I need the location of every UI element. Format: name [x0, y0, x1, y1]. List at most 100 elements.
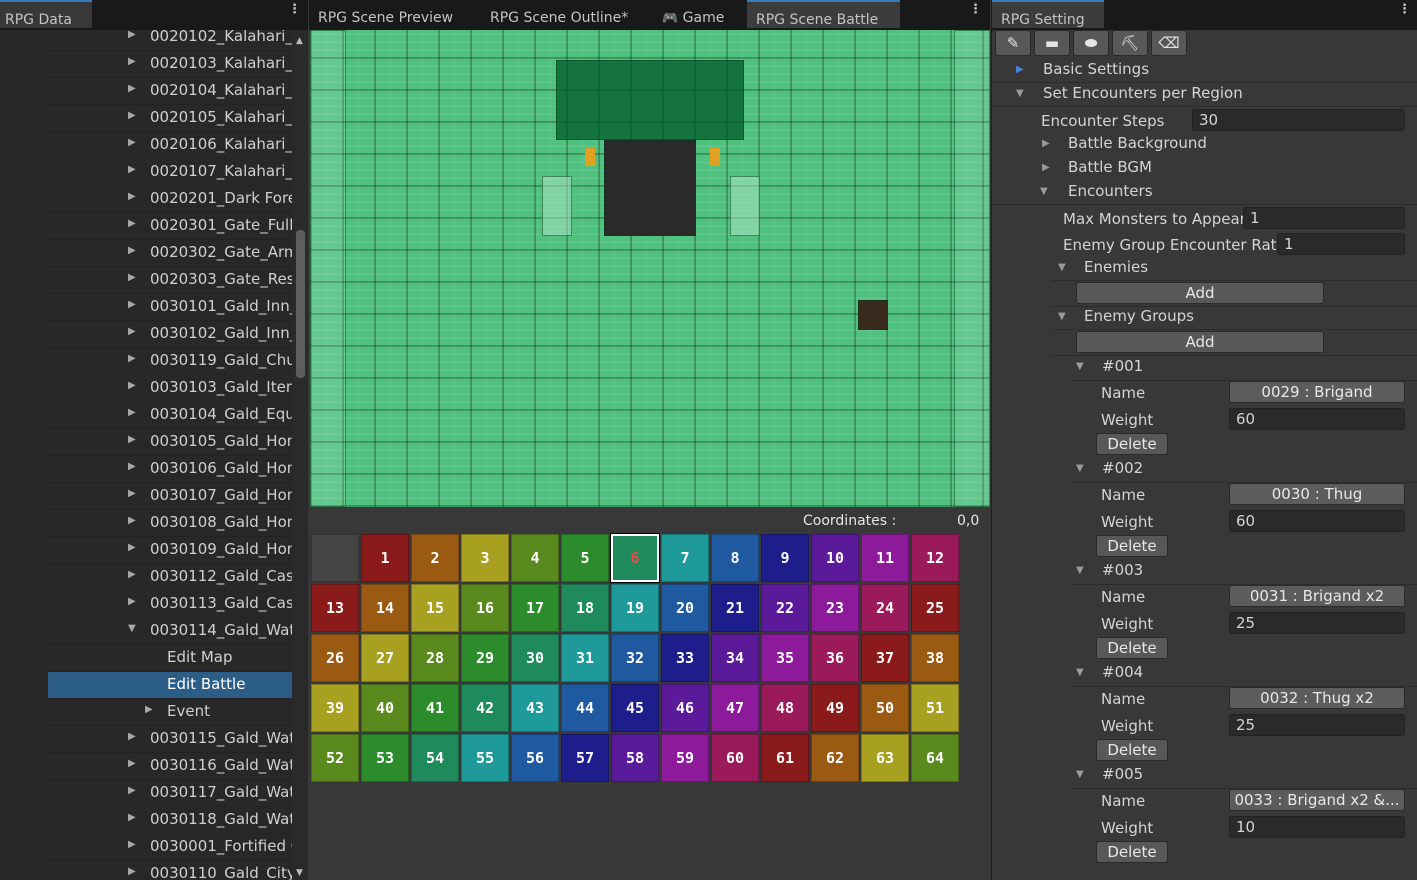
enemy-group-weight-field[interactable]: 60 [1229, 408, 1405, 430]
region-cell[interactable]: 36 [811, 634, 859, 682]
expand-arrow-icon[interactable]: ▶ [128, 488, 136, 499]
tab-rpg-scene-outline[interactable]: RPG Scene Outline* [481, 0, 637, 28]
expand-arrow-icon[interactable]: ▶ [128, 461, 136, 472]
tree-item[interactable]: ▶ 0030110_Gald_City I [48, 861, 292, 880]
region-cell[interactable]: 55 [461, 734, 509, 782]
enemies-foldout[interactable]: Enemies [1084, 258, 1148, 276]
enemy-group-name-field[interactable]: 0032 : Thug x2 [1229, 687, 1405, 709]
basic-settings-foldout[interactable]: Basic Settings [1043, 60, 1149, 78]
region-cell[interactable]: 22 [761, 584, 809, 632]
expand-arrow-icon[interactable]: ▶ [128, 299, 136, 310]
expand-arrow-icon[interactable]: ▶ [128, 56, 136, 67]
region-cell[interactable]: 1 [361, 534, 409, 582]
tree-item[interactable]: ▶ 0030116_Gald_Watc [48, 753, 292, 780]
tree-item[interactable]: Edit Map [48, 645, 292, 672]
region-cell[interactable]: 24 [861, 584, 909, 632]
region-cell[interactable]: 38 [911, 634, 959, 682]
region-cell[interactable]: 10 [811, 534, 859, 582]
delete-group-button[interactable]: Delete [1096, 739, 1168, 761]
region-cell[interactable]: 51 [911, 684, 959, 732]
expand-arrow-icon[interactable]: ▶ [128, 785, 136, 796]
collapse-arrow-icon[interactable]: ▼ [1040, 186, 1048, 197]
region-cell[interactable]: 18 [561, 584, 609, 632]
ellipse-icon[interactable]: ⬬ [1073, 30, 1109, 56]
eraser-icon[interactable]: ⌫ [1151, 30, 1187, 56]
expand-arrow-icon[interactable]: ▶ [128, 218, 136, 229]
expand-arrow-icon[interactable]: ▶ [1016, 64, 1024, 75]
region-cell[interactable]: 39 [311, 684, 359, 732]
region-cell[interactable]: 49 [811, 684, 859, 732]
expand-arrow-icon[interactable]: ▶ [128, 758, 136, 769]
delete-group-button[interactable]: Delete [1096, 841, 1168, 863]
expand-arrow-icon[interactable]: ▶ [128, 407, 136, 418]
tree-item[interactable]: ▶ 0030108_Gald_Hom [48, 510, 292, 537]
fill-icon[interactable]: ⛏ [1112, 30, 1148, 56]
region-cell[interactable]: 14 [361, 584, 409, 632]
enemy-group-name-field[interactable]: 0030 : Thug [1229, 483, 1405, 505]
tab-rpg-data[interactable]: RPG Data [0, 0, 92, 28]
expand-arrow-icon[interactable]: ▶ [1042, 138, 1050, 149]
region-cell[interactable]: 3 [461, 534, 509, 582]
tree-item[interactable]: ▶ 0030105_Gald_Hom [48, 429, 292, 456]
region-cell[interactable]: 50 [861, 684, 909, 732]
expand-arrow-icon[interactable]: ▶ [128, 569, 136, 580]
tree-item[interactable]: ▶ 0030113_Gald_Castl [48, 591, 292, 618]
tree-item[interactable]: ▶ 0030117_Gald_Watc [48, 780, 292, 807]
collapse-arrow-icon[interactable]: ▼ [1076, 463, 1084, 474]
tab-game[interactable]: 🎮 Game [654, 0, 733, 28]
region-cell[interactable]: 46 [661, 684, 709, 732]
tab-rpg-setting[interactable]: RPG Setting [992, 0, 1104, 28]
expand-arrow-icon[interactable]: ▶ [128, 515, 136, 526]
expand-arrow-icon[interactable]: ▶ [128, 731, 136, 742]
region-cell[interactable]: 9 [761, 534, 809, 582]
character-sprite[interactable] [858, 300, 888, 330]
tree-item[interactable]: ▶ 0030104_Gald_Equi [48, 402, 292, 429]
region-cell[interactable]: 47 [711, 684, 759, 732]
region-cell[interactable]: 59 [661, 734, 709, 782]
region-cell[interactable]: 40 [361, 684, 409, 732]
max-monsters-field[interactable]: 1 [1243, 207, 1405, 229]
enemy-group-name-field[interactable]: 0029 : Brigand [1229, 381, 1405, 403]
region-cell[interactable]: 44 [561, 684, 609, 732]
enemy-group-weight-field[interactable]: 25 [1229, 714, 1405, 736]
expand-arrow-icon[interactable]: ▶ [128, 137, 136, 148]
tree-item[interactable]: ▶ Event [48, 699, 292, 726]
enemy-group-weight-field[interactable]: 10 [1229, 816, 1405, 838]
region-cell[interactable]: 27 [361, 634, 409, 682]
tree-item[interactable]: ▶ 0030109_Gald_Hom [48, 537, 292, 564]
expand-arrow-icon[interactable]: ▶ [128, 164, 136, 175]
region-cell[interactable]: 34 [711, 634, 759, 682]
kebab-menu-icon[interactable]: ⋮ [1398, 3, 1411, 16]
region-cell[interactable]: 13 [311, 584, 359, 632]
region-cell[interactable]: 62 [811, 734, 859, 782]
expand-arrow-icon[interactable]: ▶ [128, 83, 136, 94]
expand-arrow-icon[interactable]: ▶ [1042, 162, 1050, 173]
expand-arrow-icon[interactable]: ▶ [128, 596, 136, 607]
tree-item[interactable]: ▶ 0030119_Gald_Chur [48, 348, 292, 375]
region-cell[interactable]: 15 [411, 584, 459, 632]
tree-item[interactable]: ▶ 0030107_Gald_Hom [48, 483, 292, 510]
expand-arrow-icon[interactable]: ▶ [128, 542, 136, 553]
enemy-groups-foldout[interactable]: Enemy Groups [1084, 307, 1194, 325]
region-cell[interactable]: 28 [411, 634, 459, 682]
collapse-arrow-icon[interactable]: ▼ [1076, 361, 1084, 372]
map-canvas[interactable] [310, 30, 990, 507]
battle-bgm-foldout[interactable]: Battle BGM [1068, 158, 1152, 176]
tree-item[interactable]: ▶ 0030001_Fortified C [48, 834, 292, 861]
expand-arrow-icon[interactable]: ▶ [128, 272, 136, 283]
expand-arrow-icon[interactable]: ▶ [128, 191, 136, 202]
region-cell[interactable]: 61 [761, 734, 809, 782]
region-cell[interactable]: 33 [661, 634, 709, 682]
expand-arrow-icon[interactable]: ▶ [128, 434, 136, 445]
tree-item[interactable]: ▶ 0020107_Kalahari_V [48, 159, 292, 186]
enemy-group-name-field[interactable]: 0033 : Brigand x2 &... [1229, 789, 1405, 811]
region-cell[interactable]: 32 [611, 634, 659, 682]
region-cell[interactable]: 58 [611, 734, 659, 782]
region-cell[interactable]: 37 [861, 634, 909, 682]
region-cell[interactable]: 4 [511, 534, 559, 582]
collapse-arrow-icon[interactable]: ▼ [1076, 769, 1084, 780]
expand-arrow-icon[interactable]: ▶ [128, 380, 136, 391]
collapse-arrow-icon[interactable]: ▼ [128, 623, 136, 634]
collapse-arrow-icon[interactable]: ▼ [1076, 565, 1084, 576]
tree-item[interactable]: ▶ 0030118_Gald_Watc [48, 807, 292, 834]
